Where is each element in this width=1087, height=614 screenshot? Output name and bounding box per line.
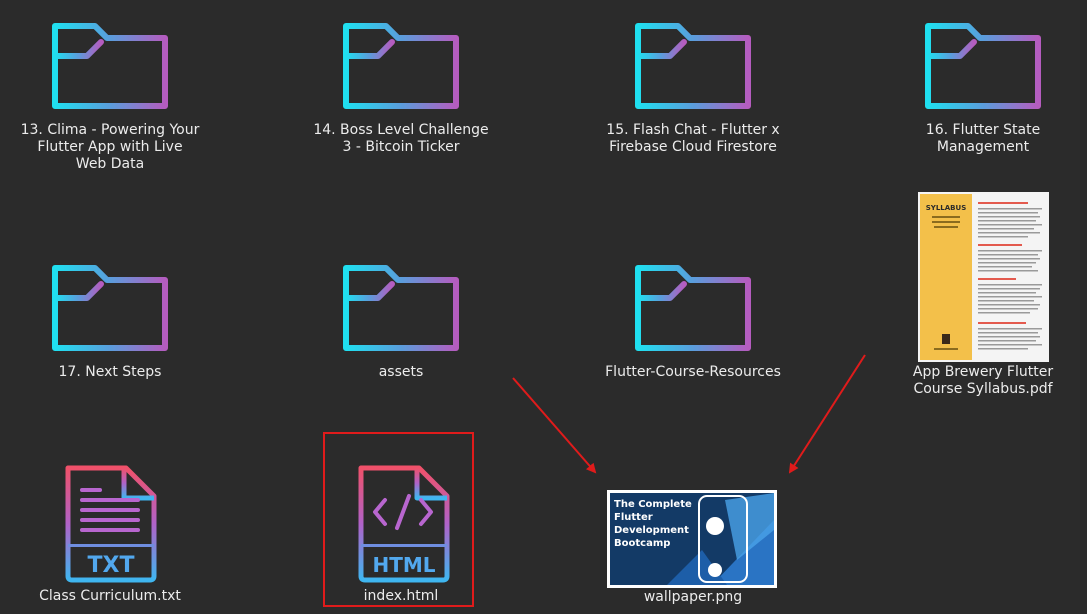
arrow-to-wallpaper-right [788,354,866,474]
arrow-to-wallpaper-left [512,377,597,474]
annotation-arrows [512,354,866,474]
